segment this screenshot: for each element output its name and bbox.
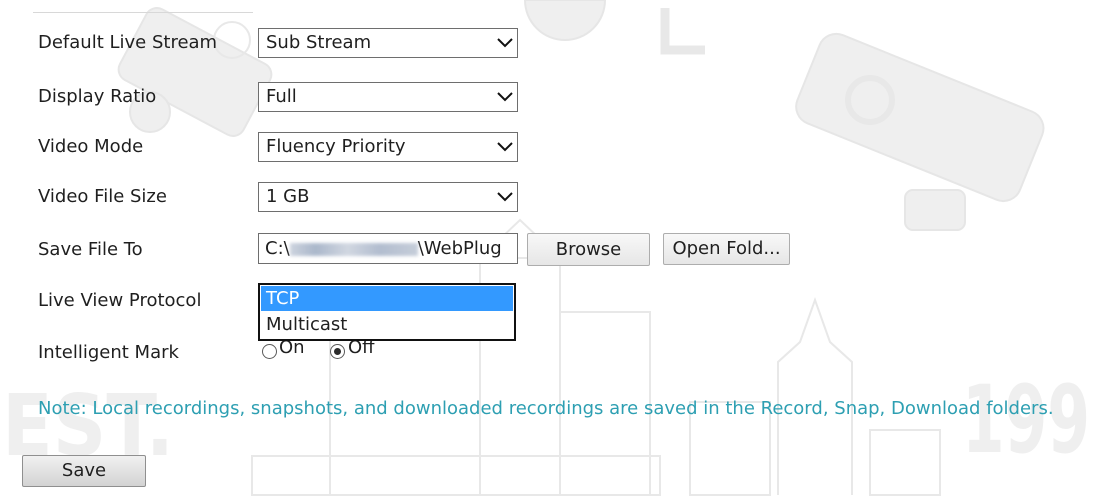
protocol-option-tcp[interactable]: TCP <box>261 286 513 311</box>
chevron-down-stroke <box>497 142 513 152</box>
live-view-protocol-label: Live View Protocol <box>38 290 202 311</box>
save-path-field[interactable]: C:\ \WebPlug <box>258 233 518 264</box>
browse-button[interactable]: Browse <box>527 233 650 266</box>
display-ratio-label: Display Ratio <box>38 86 157 107</box>
watermark-camera-mount <box>904 189 966 231</box>
chevron-down-icon <box>497 192 513 202</box>
watermark-camera-left <box>117 7 273 137</box>
storage-note: Note: Local recordings, snapshots, and d… <box>38 398 1054 419</box>
video-file-size-select[interactable]: 1 GB <box>258 182 518 212</box>
display-ratio-select[interactable]: Full <box>258 82 518 112</box>
local-settings-panel: EST. 199 Default Live Stream Sub Stream … <box>0 0 1100 497</box>
watermark-camera-body <box>795 32 1045 203</box>
video-mode-value: Fluency Priority <box>266 136 406 157</box>
save-file-to-label: Save File To <box>38 239 143 260</box>
chevron-down-stroke <box>497 38 513 48</box>
save-path-text: C:\ \WebPlug <box>265 238 502 260</box>
watermark-camera-right <box>795 32 1045 231</box>
watermark-building <box>869 429 941 496</box>
video-mode-select[interactable]: Fluency Priority <box>258 132 518 162</box>
redacted-path-segment <box>289 242 418 256</box>
chevron-down-icon <box>497 38 513 48</box>
watermark-bracket <box>660 8 705 55</box>
open-folder-button[interactable]: Open Fold... <box>663 233 790 265</box>
chevron-down-icon <box>497 92 513 102</box>
video-mode-label: Video Mode <box>38 136 144 157</box>
intelligent-mark-on-radio[interactable] <box>262 344 277 359</box>
video-file-size-label: Video File Size <box>38 186 167 207</box>
intelligent-mark-off-radio[interactable] <box>330 344 345 359</box>
watermark-year-text: 199 <box>962 366 1090 475</box>
protocol-option-multicast[interactable]: Multicast <box>261 312 513 337</box>
intelligent-mark-label: Intelligent Mark <box>38 342 179 363</box>
save-button[interactable]: Save <box>22 455 146 487</box>
default-live-stream-value: Sub Stream <box>266 32 372 53</box>
display-ratio-value: Full <box>266 86 297 107</box>
save-path-end: \WebPlug <box>417 238 502 259</box>
top-divider <box>33 12 253 13</box>
default-live-stream-label: Default Live Stream <box>38 32 218 53</box>
chevron-down-stroke <box>497 92 513 102</box>
save-path-start: C:\ <box>265 238 290 259</box>
watermark-half-circle <box>523 0 607 41</box>
video-file-size-value: 1 GB <box>266 186 310 207</box>
watermark-top-shapes <box>523 0 705 55</box>
chevron-down-icon <box>497 142 513 152</box>
watermark-wall <box>251 455 661 496</box>
default-live-stream-select[interactable]: Sub Stream <box>258 28 518 58</box>
chevron-down-stroke <box>497 192 513 202</box>
live-view-protocol-dropdown[interactable]: TCP Multicast <box>258 283 516 341</box>
